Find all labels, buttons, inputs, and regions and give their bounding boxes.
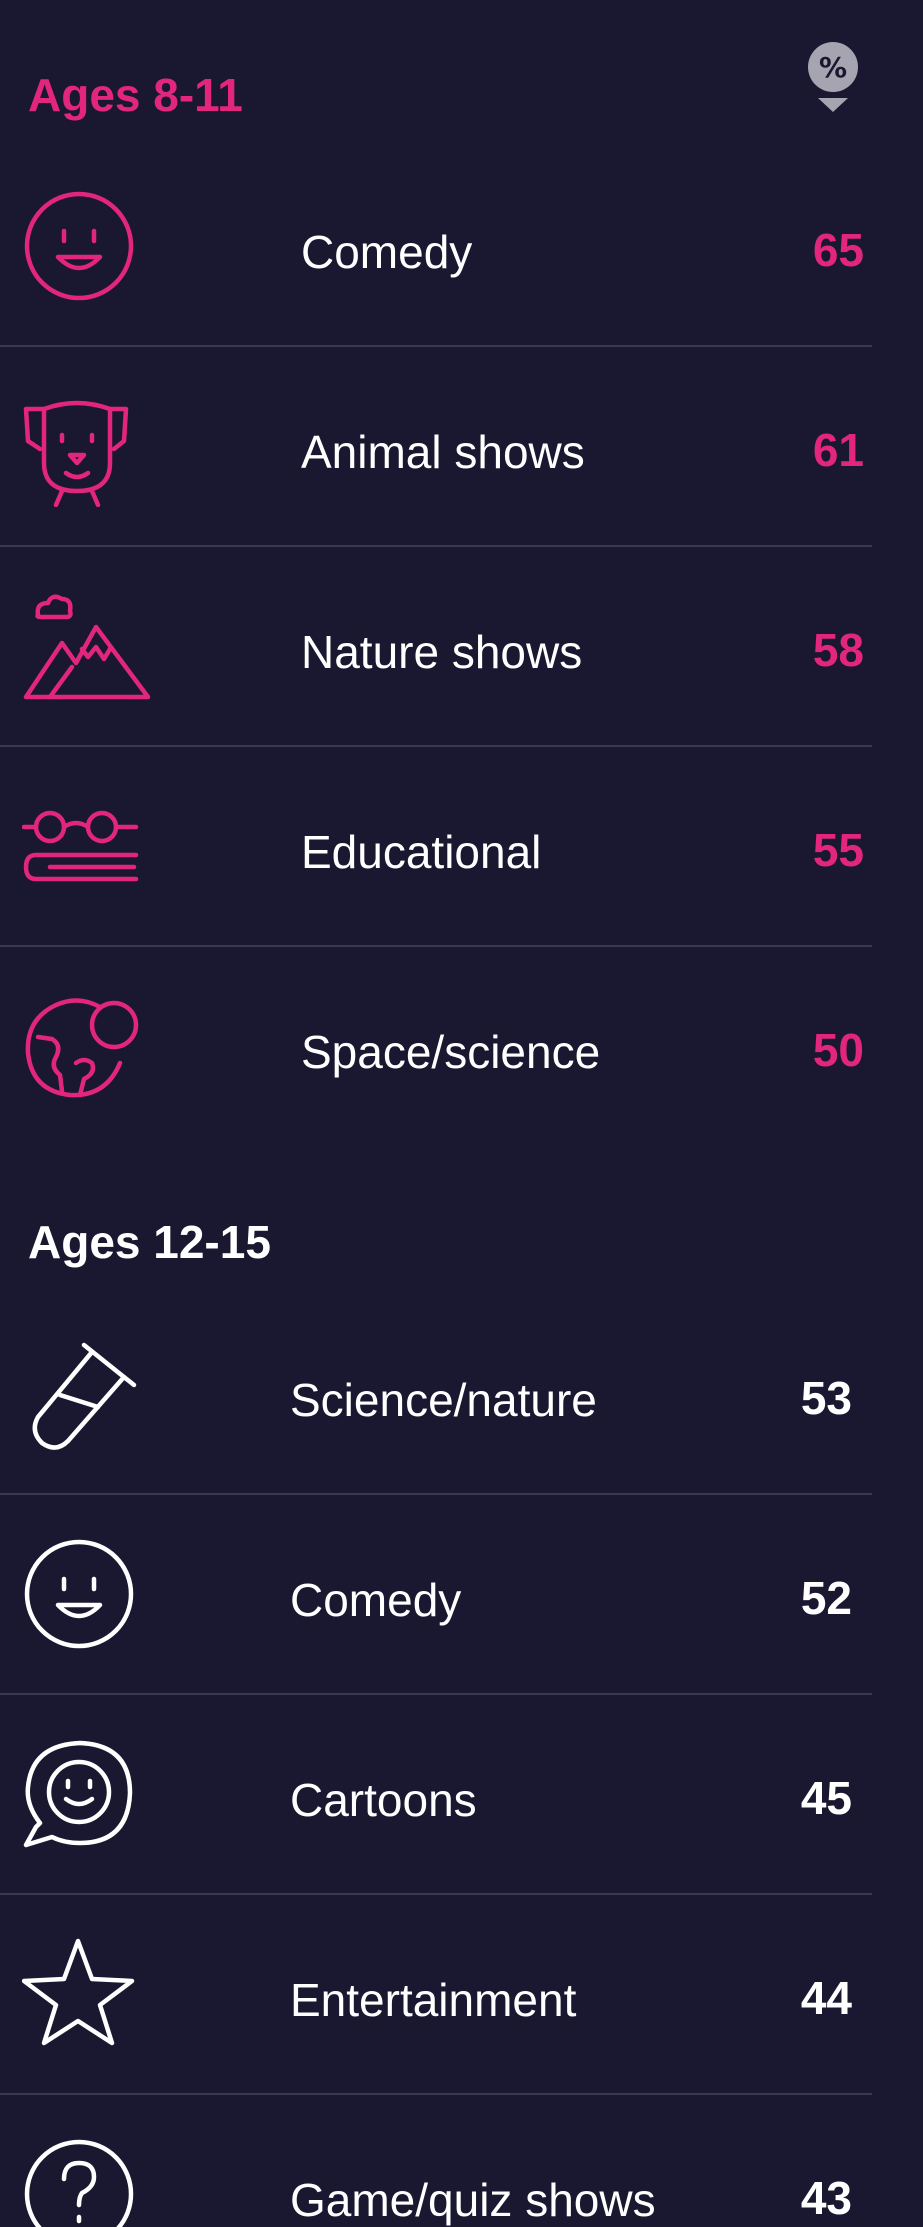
smiley-face-icon [22,187,152,307]
list-item-value: 65 [812,224,864,276]
percent-icon: % [808,42,858,112]
list-item-value: 61 [812,424,864,476]
list-item-label: Animal shows [301,426,585,478]
list-item-label: Educational [301,826,542,878]
list-item-value: 52 [800,1572,852,1624]
list-item-label: Science/nature [290,1374,597,1426]
dog-face-icon [22,387,152,507]
list-item[interactable]: Cartoons 45 [0,1695,872,1895]
list-item-value: 53 [800,1372,852,1424]
section-title-ages-8-11: Ages 8-11 [28,69,243,121]
test-tube-icon [22,1335,152,1455]
list-item-value: 45 [800,1772,852,1824]
list-item-label: Space/science [301,1026,601,1078]
list-item-value: 50 [812,1024,864,1076]
glasses-book-icon [22,787,152,907]
percent-badge-label: % [819,51,847,84]
mountains-cloud-icon [22,587,152,707]
question-mark-icon [22,2135,152,2227]
list-item-value: 55 [812,824,864,876]
ages-8-11-list: Comedy 65 Animal shows 61 Nature shows 5… [0,147,872,1147]
list-item-label: Comedy [301,226,473,278]
list-item[interactable]: Space/science 50 [0,947,872,1147]
list-item[interactable]: Comedy 65 [0,147,872,347]
list-item[interactable]: Science/nature 53 [0,1295,872,1495]
list-item[interactable]: Nature shows 58 [0,547,872,747]
ages-12-15-list: Science/nature 53 Comedy 52 Cartoons 45 … [0,1295,872,2227]
section-title-ages-12-15: Ages 12-15 [28,1216,271,1268]
percent-badge[interactable]: % [808,42,858,114]
list-item-label: Cartoons [290,1774,477,1826]
smiley-face-icon [22,1535,152,1655]
list-item-value: 43 [800,2172,852,2224]
list-item[interactable]: Educational 55 [0,747,872,947]
list-item[interactable]: Comedy 52 [0,1495,872,1695]
speech-bubble-smiley-icon [22,1735,152,1855]
planet-globe-icon [22,987,152,1107]
list-item-label: Game/quiz shows [290,2174,656,2226]
star-icon [22,1935,152,2055]
list-item-label: Entertainment [290,1974,577,2026]
ranking-page: % Ages 8-11 Comedy 65 Animal shows 61 Na… [0,0,923,2227]
list-item-label: Comedy [290,1574,462,1626]
list-item-value: 58 [812,624,864,676]
list-item-value: 44 [800,1972,852,2024]
list-item[interactable]: Entertainment 44 [0,1895,872,2095]
list-item[interactable]: Animal shows 61 [0,347,872,547]
list-item[interactable]: Game/quiz shows 43 [0,2095,872,2227]
list-item-label: Nature shows [301,626,583,678]
